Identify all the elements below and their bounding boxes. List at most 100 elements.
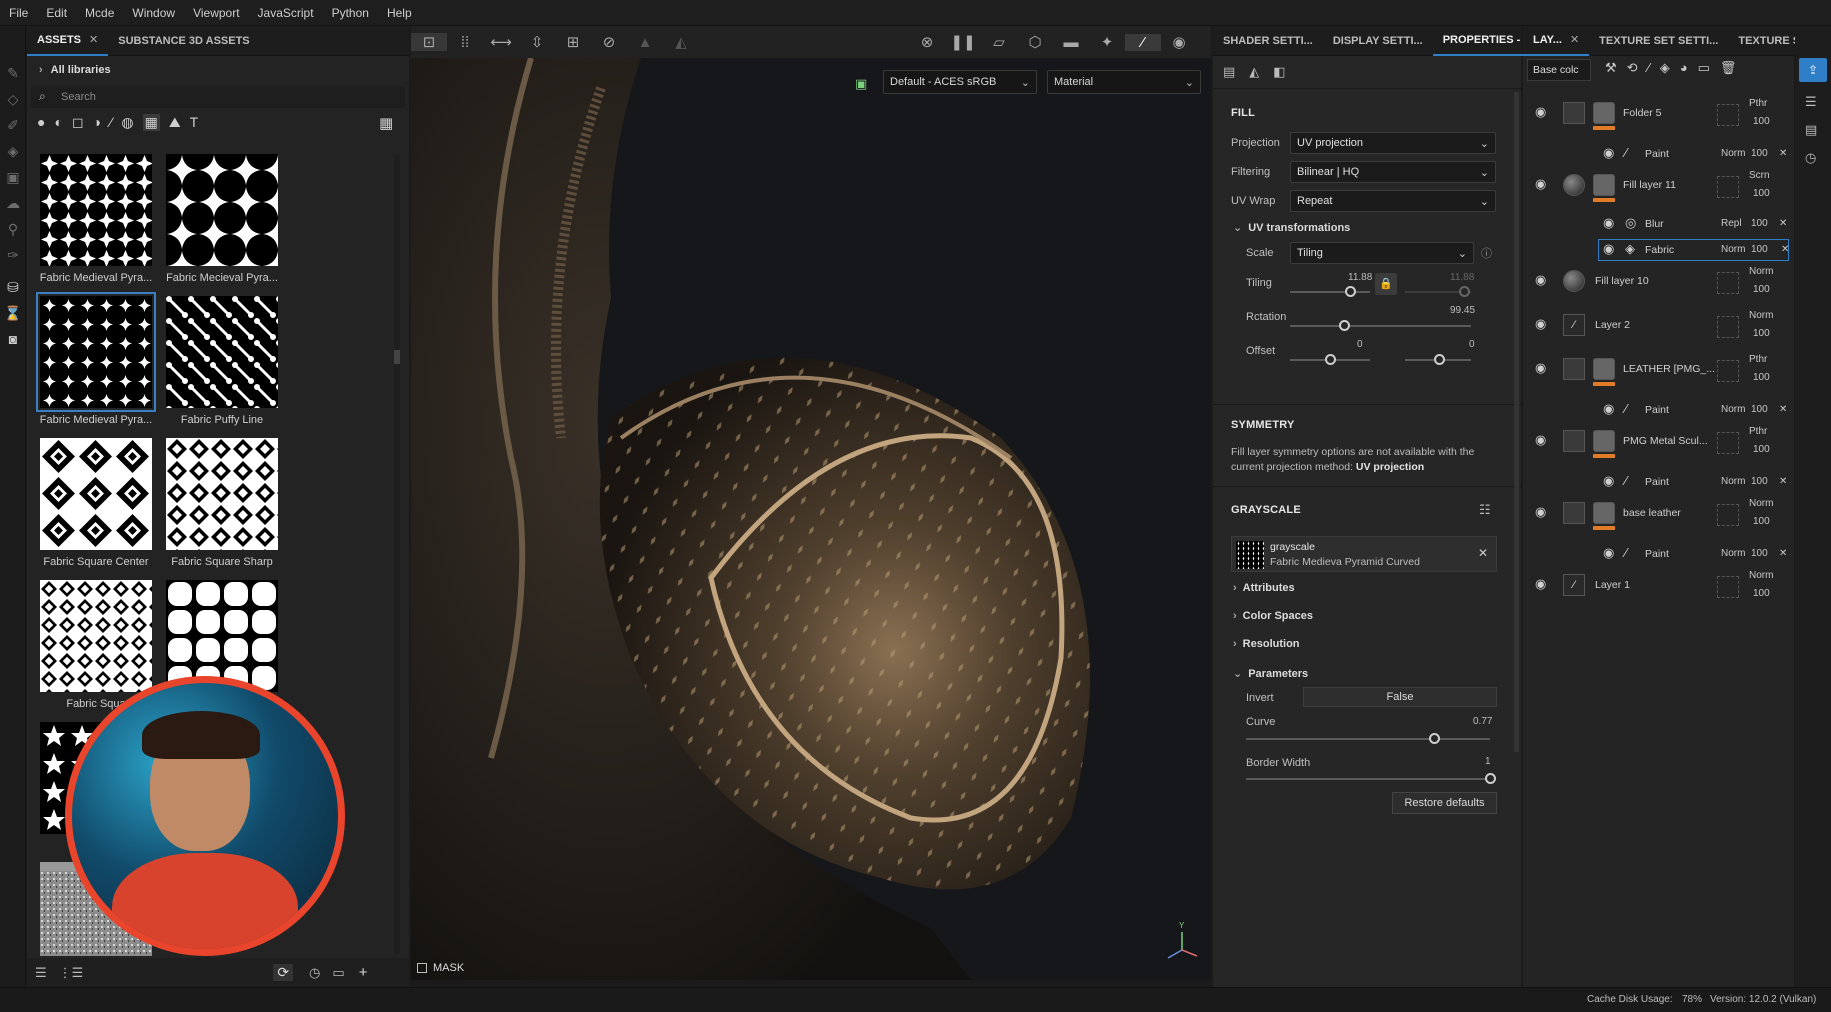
frame-select-icon[interactable]: ⊡ <box>411 33 447 51</box>
layer-name[interactable]: Layer 1 <box>1595 579 1630 591</box>
restore-defaults-button[interactable]: Restore defaults <box>1392 792 1497 814</box>
smudge-tool-icon[interactable]: ☁ <box>0 190 26 216</box>
layer-mask-slot[interactable] <box>1717 432 1739 454</box>
blend-mode-select[interactable]: Pthr <box>1749 98 1767 109</box>
menu-window[interactable]: Window <box>123 6 184 20</box>
asset-thumbnail[interactable] <box>40 154 152 266</box>
anchor-icon[interactable]: ⌛ <box>0 300 26 326</box>
layer-name[interactable]: Blur <box>1645 218 1664 230</box>
add-filter-icon[interactable]: ⟲ <box>1627 60 1638 76</box>
layer-mask-slot[interactable] <box>1717 316 1739 338</box>
layer-name[interactable]: Folder 5 <box>1623 107 1662 119</box>
layer-row[interactable]: ◉ Fill layer 11 Scrn 100 <box>1523 168 1794 212</box>
reset-view-icon[interactable]: ⊘ <box>591 33 627 51</box>
lighting-icon[interactable]: ✦ <box>1089 33 1125 51</box>
symmetry-y-icon[interactable]: ⇳ <box>519 33 555 51</box>
blend-mode-select[interactable]: Norm <box>1721 404 1745 415</box>
opacity-value[interactable]: 100 <box>1751 218 1768 229</box>
visibility-eye-icon[interactable]: ◉ <box>1603 545 1614 561</box>
layer-name[interactable]: Paint <box>1645 404 1669 416</box>
asset-thumbnail-selected[interactable] <box>36 292 156 412</box>
grid-icon[interactable]: ⁞⁞ <box>447 34 483 51</box>
scrollbar-thumb[interactable] <box>394 350 400 364</box>
symmetry-x-icon[interactable]: ⟷ <box>483 33 519 51</box>
scale-select[interactable]: Tiling ⌄ <box>1290 242 1474 264</box>
visibility-eye-icon[interactable]: ◉ <box>1535 176 1546 192</box>
layer-row[interactable]: ◉ base leather Norm 100 <box>1523 496 1794 542</box>
brush-filter-icon[interactable]: ⁄ <box>110 114 112 131</box>
visibility-eye-icon[interactable]: ◉ <box>1603 145 1614 161</box>
menu-edit[interactable]: Edit <box>37 6 76 20</box>
mask-thumbnail[interactable] <box>1593 430 1615 452</box>
invert-toggle[interactable]: False <box>1303 687 1497 707</box>
layer-mask-slot[interactable] <box>1717 360 1739 382</box>
blend-mode-select[interactable]: Norm <box>1749 570 1773 581</box>
remove-effect-icon[interactable]: ✕ <box>1779 404 1787 415</box>
blend-mode-select[interactable]: Repl <box>1721 218 1742 229</box>
environment-filter-icon[interactable]: ⛰ <box>169 114 181 131</box>
tiling-v-knob[interactable] <box>1459 286 1470 297</box>
material-filter-icon[interactable]: ● <box>37 114 45 131</box>
visibility-eye-icon[interactable]: ◉ <box>1535 272 1546 288</box>
attributes-toggle[interactable]: › Attributes <box>1233 582 1295 594</box>
layer-row[interactable]: ◉ Fill layer 10 Norm 100 <box>1523 264 1794 308</box>
rotation-knob[interactable] <box>1339 320 1350 331</box>
menu-viewport[interactable]: Viewport <box>184 6 248 20</box>
grayscale-resource[interactable]: grayscale Fabric Medieva Pyramid Curved … <box>1231 536 1497 572</box>
layers-toggle-icon[interactable]: ☰ <box>1805 94 1817 110</box>
mask-thumbnail[interactable] <box>1593 174 1615 196</box>
layer-name[interactable]: Paint <box>1645 548 1669 560</box>
material-mode-icon[interactable]: ◧ <box>1273 64 1285 80</box>
settings-list-icon[interactable]: ▤ <box>1223 64 1235 80</box>
opacity-value[interactable]: 100 <box>1753 284 1770 295</box>
history-icon[interactable]: ◷ <box>1805 150 1816 166</box>
layer-name[interactable]: Paint <box>1645 148 1669 160</box>
history-icon[interactable]: ◷ <box>309 965 320 981</box>
channel-select[interactable]: Base colc <box>1527 59 1591 81</box>
add-icon[interactable]: + <box>359 964 368 981</box>
visibility-eye-icon[interactable]: ◉ <box>1535 104 1546 120</box>
asset-thumbnail[interactable] <box>166 438 278 550</box>
layer-name[interactable]: base leather <box>1623 507 1681 519</box>
library-selector[interactable]: › All libraries <box>39 64 111 76</box>
display-mode-select[interactable]: Material ⌄ <box>1047 70 1201 94</box>
color-picker-icon[interactable]: ✑ <box>0 242 26 268</box>
export-icon[interactable]: ⇪ <box>1799 58 1827 82</box>
asset-thumbnail[interactable] <box>166 296 278 408</box>
menu-python[interactable]: Python <box>323 6 378 20</box>
layer-row[interactable]: ◉ ⁄ Layer 2 Norm 100 <box>1523 308 1794 352</box>
opacity-value[interactable]: 100 <box>1753 516 1770 527</box>
fit-icon[interactable]: ⊞ <box>555 33 591 51</box>
visibility-eye-icon[interactable]: ◉ <box>1603 473 1614 489</box>
opacity-value[interactable]: 100 <box>1753 444 1770 455</box>
curve-knob[interactable] <box>1428 733 1440 744</box>
properties-toggle-icon[interactable]: ▤ <box>1805 122 1817 138</box>
uv-transformations-toggle[interactable]: ⌄ UV transformations <box>1233 221 1350 234</box>
layer-mask-slot[interactable] <box>1717 504 1739 526</box>
filtering-select[interactable]: Bilinear | HQ ⌄ <box>1290 161 1496 183</box>
add-paint-layer-icon[interactable]: ⁄ <box>1648 60 1650 76</box>
layer-effect-row[interactable]: ◉ ◈ Fabric Norm 100 ✕ <box>1597 238 1790 262</box>
layer-row[interactable]: ◉ PMG Metal Scul... Pthr 100 <box>1523 424 1794 470</box>
opacity-value[interactable]: 100 <box>1751 404 1768 415</box>
eraser-tool-icon[interactable]: ◇ <box>0 86 26 112</box>
remove-effect-icon[interactable]: ✕ <box>1779 476 1787 487</box>
assets-panel-icon[interactable]: ⛁ <box>0 274 26 300</box>
tab-substance-3d-assets[interactable]: SUBSTANCE 3D ASSETS <box>108 26 259 56</box>
opacity-value[interactable]: 100 <box>1751 148 1768 159</box>
layer-row[interactable]: ◉ Folder 5 Pthr 100 <box>1523 96 1794 142</box>
menu-javascript[interactable]: JavaScript <box>249 6 323 20</box>
visibility-eye-icon[interactable]: ◉ <box>1603 401 1614 417</box>
add-folder-icon[interactable]: ▭ <box>1698 60 1710 76</box>
search-input[interactable]: Search <box>61 91 96 103</box>
refresh-icon[interactable]: ⟳ <box>273 964 294 981</box>
layer-name[interactable]: Layer 2 <box>1595 319 1630 331</box>
layer-effect-row[interactable]: ◉ ⁄ Paint Norm 100 ✕ <box>1523 470 1794 494</box>
layer-name[interactable]: Fabric <box>1645 244 1674 256</box>
visibility-eye-icon[interactable]: ◉ <box>1535 432 1546 448</box>
layer-mask-slot[interactable] <box>1717 176 1739 198</box>
border-width-knob[interactable] <box>1485 773 1496 784</box>
close-icon[interactable]: ✕ <box>1570 33 1579 46</box>
blend-mode-select[interactable]: Norm <box>1749 310 1773 321</box>
layer-mask-slot[interactable] <box>1717 576 1739 598</box>
